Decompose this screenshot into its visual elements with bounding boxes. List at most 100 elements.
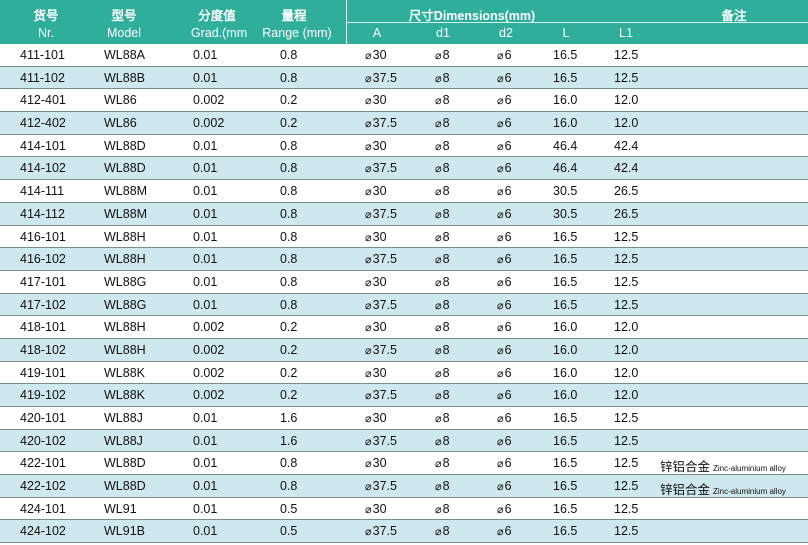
header-model-en: Model [106,26,142,40]
cell-model: WL88K [104,388,145,403]
cell-d2-value: 6 [504,411,512,425]
cell-a: ⌀37.5 [365,479,397,493]
cell-l1: 12.5 [614,456,639,471]
cell-model: WL91 [104,501,137,516]
table-row: 416-101 WL88H 0.01 0.8 ⌀30 ⌀8 ⌀6 16.5 12.5 [0,226,808,249]
diameter-symbol: ⌀ [497,390,504,403]
cell-model: WL88J [104,411,143,425]
cell-l: 30.5 [553,184,578,199]
cell-d2-value: 6 [504,70,512,85]
diameter-symbol: ⌀ [435,118,442,131]
diameter-symbol: ⌀ [365,344,372,357]
cell-model: WL88H [104,320,146,335]
cell-range: 0.2 [280,365,298,380]
cell-nr: 416-101 [20,229,66,244]
cell-l: 30.5 [553,206,578,221]
cell-range: 0.2 [280,320,298,335]
cell-grad: 0.01 [193,138,218,153]
cell-nr: 414-111 [20,184,65,199]
diameter-symbol: ⌀ [435,435,442,448]
cell-d2-value: 6 [504,116,512,131]
cell-range: 0.8 [280,479,298,494]
cell-d1: ⌀8 [435,161,450,175]
cell-a-value: 30 [372,138,387,153]
cell-grad: 0.002 [193,93,225,108]
diameter-symbol: ⌀ [365,163,372,176]
cell-a: ⌀30 [365,366,387,380]
cell-d2: ⌀6 [497,48,512,62]
cell-d2-value: 6 [504,479,512,494]
diameter-symbol: ⌀ [365,50,372,62]
cell-a: ⌀30 [365,93,387,107]
cell-l: 16.5 [553,229,578,244]
cell-nr: 414-101 [20,138,66,153]
cell-a-value: 30 [372,365,387,380]
cell-d1-value: 8 [442,342,450,357]
diameter-symbol: ⌀ [435,367,442,380]
cell-range: 0.8 [280,297,298,312]
diameter-symbol: ⌀ [365,322,372,335]
cell-d2-value: 6 [504,229,512,244]
cell-d2-value: 6 [504,524,512,539]
cell-d2-value: 6 [504,48,512,62]
header-divider-horizontal [347,22,808,23]
cell-model: WL88M [104,184,148,199]
cell-a-value: 37.5 [372,433,397,448]
diameter-symbol: ⌀ [365,231,372,244]
cell-grad: 0.01 [193,229,218,244]
table-row: 424-102 WL91B 0.01 0.5 ⌀37.5 ⌀8 ⌀6 16.5 12.5 [0,520,808,544]
cell-range: 1.6 [280,433,298,448]
cell-d2-value: 6 [504,184,512,199]
cell-a: ⌀30 [365,502,387,516]
cell-d1-value: 8 [442,388,450,403]
cell-d2: ⌀6 [497,184,512,198]
cell-nr: 424-102 [20,524,66,539]
note-cn: 锌铝合金 [660,460,711,475]
cell-range: 0.8 [280,48,298,62]
cell-d1: ⌀8 [435,93,450,107]
cell-a: ⌀37.5 [365,343,397,357]
cell-l: 16.5 [553,297,578,312]
cell-l: 16.5 [553,479,578,494]
cell-d1-value: 8 [442,433,450,448]
table-row: 417-101 WL88G 0.01 0.8 ⌀30 ⌀8 ⌀6 16.5 12.5 [0,271,808,294]
cell-l: 16.5 [553,274,578,289]
cell-d1: ⌀8 [435,502,450,516]
diameter-symbol: ⌀ [435,458,442,471]
cell-l1: 12.5 [614,252,639,267]
table-row: 414-102 WL88D 0.01 0.8 ⌀37.5 ⌀8 ⌀6 46.4 42.4 [0,157,808,181]
cell-a-value: 37.5 [372,297,397,312]
cell-a-value: 30 [372,456,387,471]
diameter-symbol: ⌀ [365,118,372,131]
diameter-symbol: ⌀ [497,322,504,335]
diameter-symbol: ⌀ [365,458,372,471]
cell-range: 0.8 [280,274,298,289]
cell-d2-value: 6 [504,252,512,267]
table-row: 414-111 WL88M 0.01 0.8 ⌀30 ⌀8 ⌀6 30.5 26.5 [0,180,808,203]
diameter-symbol: ⌀ [365,95,372,108]
table-row: 411-101 WL88A 0.01 0.8 ⌀30 ⌀8 ⌀6 16.5 12.5 [0,44,808,67]
cell-grad: 0.01 [193,161,218,176]
cell-d1: ⌀8 [435,71,450,85]
table-row: 424-101 WL91 0.01 0.5 ⌀30 ⌀8 ⌀6 16.5 12.5 [0,498,808,521]
cell-nr: 411-101 [20,48,65,62]
cell-d2: ⌀6 [497,388,512,402]
cell-d2: ⌀6 [497,207,512,221]
cell-d1: ⌀8 [435,456,450,470]
cell-d1: ⌀8 [435,139,450,153]
diameter-symbol: ⌀ [497,95,504,108]
cell-a-value: 37.5 [372,388,397,403]
table-row: 411-102 WL88B 0.01 0.8 ⌀37.5 ⌀8 ⌀6 16.5 12.5 [0,66,808,90]
cell-l1: 12.5 [614,274,639,289]
cell-nr: 414-112 [20,206,65,221]
table-row: 418-102 WL88H 0.002 0.2 ⌀37.5 ⌀8 ⌀6 16.0 12.0 [0,338,808,362]
cell-nr: 414-102 [20,161,66,176]
cell-grad: 0.01 [193,479,218,494]
cell-d1: ⌀8 [435,298,450,312]
cell-a: ⌀30 [365,230,387,244]
diameter-symbol: ⌀ [365,72,372,85]
cell-d2-value: 6 [504,206,512,221]
cell-l1: 12.5 [614,411,639,425]
diameter-symbol: ⌀ [497,254,504,267]
cell-range: 0.8 [280,229,298,244]
